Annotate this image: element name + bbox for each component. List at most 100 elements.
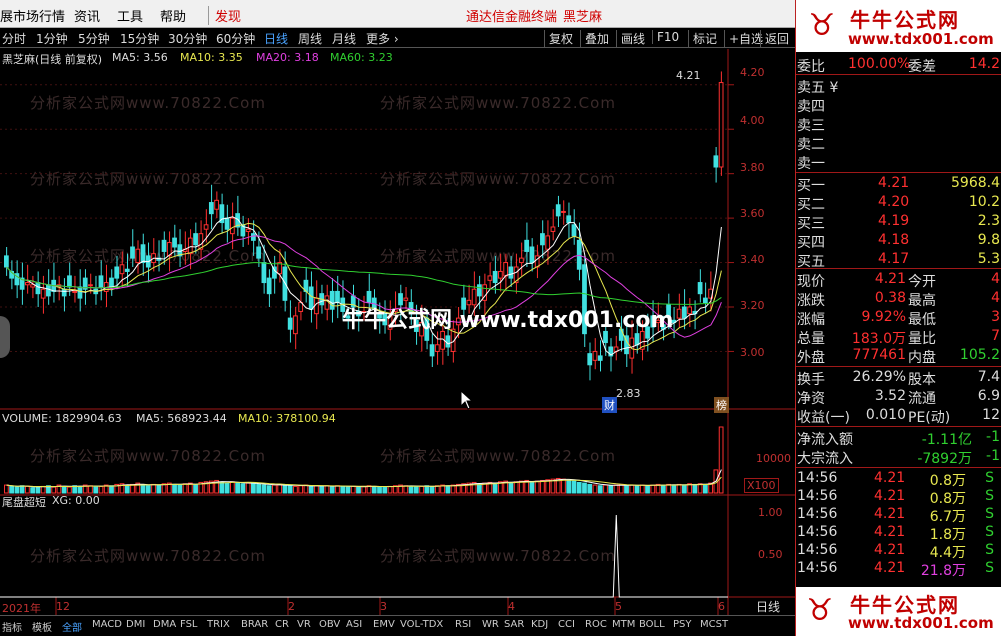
trade-tick-row[interactable]: 14:56 4.21 21.8万 S — [796, 559, 1001, 579]
stat-row[interactable]: 涨跌 0.38 最高 4 — [796, 289, 1001, 309]
indicator-tab-brar[interactable]: BRAR — [241, 619, 268, 630]
add-favorite-button[interactable]: +自选 — [724, 30, 763, 47]
indicator-tab-vr[interactable]: VR — [297, 619, 311, 630]
indicator-tab-指标[interactable]: 指标 — [2, 619, 22, 634]
period-15min[interactable]: 15分钟 — [120, 30, 159, 47]
banner-bottom[interactable]: ♉ 牛牛公式网 www.tdx001.com — [796, 587, 1001, 636]
stat2-row[interactable]: 净资 3.52 流通 6.9 — [796, 387, 1001, 407]
candle-body — [403, 297, 409, 301]
date-label: 2 — [288, 600, 295, 613]
period-more[interactable]: 更多 › — [366, 30, 399, 47]
mark-button[interactable]: 标记 — [688, 30, 717, 47]
stat-row-cell: 4 — [991, 290, 1000, 306]
indicator-tab-psy[interactable]: PSY — [673, 619, 692, 630]
sell-level-5[interactable]: 卖五 ¥ — [796, 76, 1001, 96]
price-tick: 4.00 — [740, 114, 765, 127]
buy-level-5[interactable]: 买五 4.17 5.3 — [796, 250, 1001, 270]
back-button[interactable]: 返回 — [760, 30, 789, 47]
draw-line-button[interactable]: 画线 — [616, 30, 645, 47]
stat-row-cell: 现价 — [797, 274, 825, 290]
flow-row[interactable]: 净流入额 -1.11亿 -1 — [796, 428, 1001, 448]
menu-market[interactable]: 展市场行情 — [0, 6, 65, 25]
period-weekly[interactable]: 周线 — [298, 30, 322, 47]
weibi-row-cell: 14.2 — [968, 56, 1000, 72]
trade-tick-row[interactable]: 14:56 4.21 0.8万 S — [796, 469, 1001, 489]
indicator-tab-全部[interactable]: 全部 — [62, 619, 82, 634]
stat2-row[interactable]: 收益(一) 0.010 PE(动) 12 — [796, 406, 1001, 426]
sell-level-1[interactable]: 卖一 — [796, 152, 1001, 172]
menu-news[interactable]: 资讯 — [74, 6, 100, 25]
indicator-tab-vol-tdx[interactable]: VOL-TDX — [400, 619, 443, 630]
indicator-tab-macd[interactable]: MACD — [92, 619, 122, 630]
trade-tick-row-cell: 14:56 — [797, 506, 838, 522]
indicator-tab-wr[interactable]: WR — [482, 619, 499, 630]
stat2-row-cell: 收益(一) — [797, 410, 850, 426]
candle-body — [445, 335, 451, 348]
overlay-button[interactable]: 叠加 — [580, 30, 609, 47]
trade-tick-row[interactable]: 14:56 4.21 1.8万 S — [796, 523, 1001, 543]
indicator-tab-模板[interactable]: 模板 — [32, 619, 52, 634]
period-daily[interactable]: 日线 — [264, 30, 288, 47]
volume-bar — [408, 485, 414, 494]
banner-top[interactable]: ♉ 牛牛公式网 www.tdx001.com — [796, 0, 1001, 52]
indicator-tab-fsl[interactable]: FSL — [180, 619, 198, 630]
indicator-tab-mcst[interactable]: MCST — [700, 619, 728, 630]
indicator-tab-boll[interactable]: BOLL — [639, 619, 665, 630]
buy-level-2[interactable]: 买二 4.20 10.2 — [796, 193, 1001, 213]
indicator-tab-cr[interactable]: CR — [275, 619, 289, 630]
buy-level-3[interactable]: 买三 4.19 2.3 — [796, 212, 1001, 232]
weibi-row[interactable]: 委比 100.00% 委差 14.2 — [796, 55, 1001, 75]
sell-level-4[interactable]: 卖四 — [796, 95, 1001, 115]
indicator-tab-asi[interactable]: ASI — [346, 619, 362, 630]
period-30min[interactable]: 30分钟 — [168, 30, 207, 47]
period-fenshi[interactable]: 分时 — [2, 30, 26, 47]
trade-tick-row[interactable]: 14:56 4.21 0.8万 S — [796, 487, 1001, 507]
indicator-tab-kdj[interactable]: KDJ — [531, 619, 548, 630]
trade-tick-row[interactable]: 14:56 4.21 4.4万 S — [796, 541, 1001, 561]
period-5min[interactable]: 5分钟 — [78, 30, 110, 47]
stat-row[interactable]: 外盘 777461 内盘 105.2 — [796, 346, 1001, 366]
trade-tick-row[interactable]: 14:56 4.21 6.7万 S — [796, 505, 1001, 525]
buy-level-1-cell: 5968.4 — [951, 175, 1000, 191]
finance-marker[interactable]: 财 — [602, 397, 617, 413]
flow-row[interactable]: 大宗流入 -7892万 -1 — [796, 447, 1001, 467]
indicator-tab-dma[interactable]: DMA — [153, 619, 176, 630]
indicator-tab-obv[interactable]: OBV — [319, 619, 340, 630]
volume-bar — [634, 485, 640, 494]
fuquan-button[interactable]: 复权 — [544, 30, 573, 47]
indicator-tab-cci[interactable]: CCI — [558, 619, 575, 630]
period-indicator[interactable]: 日线 — [752, 598, 795, 615]
indicator-tab-emv[interactable]: EMV — [373, 619, 395, 630]
indicator-tab-dmi[interactable]: DMI — [126, 619, 145, 630]
sell-level-2[interactable]: 卖二 — [796, 133, 1001, 153]
period-monthly[interactable]: 月线 — [332, 30, 356, 47]
candle-body — [46, 284, 51, 297]
period-60min[interactable]: 60分钟 — [216, 30, 255, 47]
rank-marker[interactable]: 榜 — [714, 397, 729, 413]
indicator-tab-sar[interactable]: SAR — [504, 619, 524, 630]
candle-body — [4, 255, 9, 268]
stat2-row-cell: PE(动) — [908, 410, 951, 426]
candle-body — [187, 237, 193, 255]
sell-level-3[interactable]: 卖三 — [796, 114, 1001, 134]
stat2-row-cell: 换手 — [797, 372, 825, 388]
stat-row[interactable]: 总量 183.0万 量比 7 — [796, 327, 1001, 347]
menu-tools[interactable]: 工具 — [117, 6, 143, 25]
indicator-tab-rsi[interactable]: RSI — [455, 619, 471, 630]
stat-row[interactable]: 涨幅 9.92% 最低 3 — [796, 308, 1001, 328]
period-1min[interactable]: 1分钟 — [36, 30, 68, 47]
indicator-tab-trix[interactable]: TRIX — [207, 619, 230, 630]
menu-discover[interactable]: 发现 — [208, 6, 241, 25]
indicator-tab-roc[interactable]: ROC — [585, 619, 607, 630]
side-panel-handle[interactable] — [0, 316, 10, 358]
buy-level-1[interactable]: 买一 4.21 5968.4 — [796, 174, 1001, 194]
menu-help[interactable]: 帮助 — [160, 6, 186, 25]
indicator-name: 尾盘超短 — [2, 496, 46, 509]
stat-row-cell: 今开 — [908, 274, 936, 290]
buy-level-5-cell: 5.3 — [977, 251, 1000, 267]
stat2-row[interactable]: 换手 26.29% 股本 7.4 — [796, 368, 1001, 388]
buy-level-4[interactable]: 买四 4.18 9.8 — [796, 231, 1001, 251]
indicator-tab-mtm[interactable]: MTM — [612, 619, 635, 630]
stat-row[interactable]: 现价 4.21 今开 4 — [796, 270, 1001, 290]
f10-button[interactable]: F10 — [652, 30, 679, 44]
